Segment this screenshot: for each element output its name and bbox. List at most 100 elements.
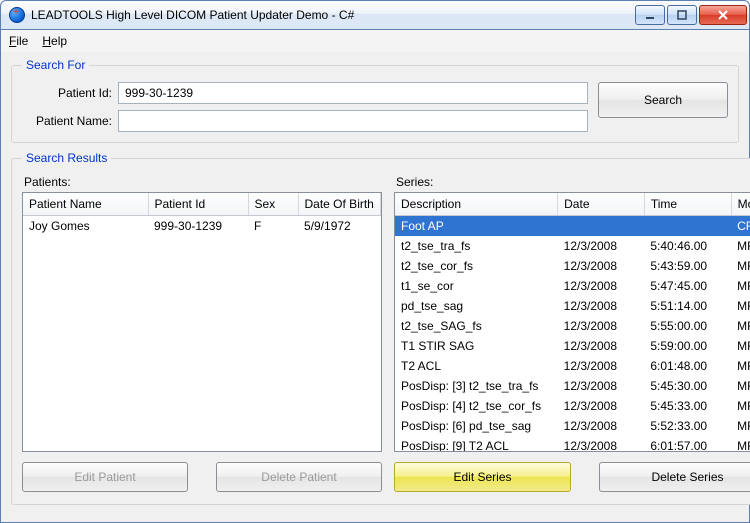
patients-grid[interactable]: Patient Name Patient Id Sex Date Of Birt… — [22, 192, 382, 452]
patients-header-row: Patient Name Patient Id Sex Date Of Birt… — [23, 193, 381, 215]
cell: MR — [731, 296, 750, 316]
cell: 5:45:33.00 — [644, 396, 731, 416]
series-col-modality[interactable]: Mod — [731, 193, 750, 215]
cell: t2_tse_SAG_fs — [395, 316, 558, 336]
cell: MR — [731, 316, 750, 336]
patient-name-input[interactable] — [118, 110, 588, 132]
cell: 12/3/2008 — [558, 236, 645, 256]
table-row[interactable]: PosDisp: [6] pd_tse_sag12/3/20085:52:33.… — [395, 416, 750, 436]
series-grid[interactable]: Description Date Time Mod Foot APCRt2_ts… — [394, 192, 750, 452]
cell: 999-30-1239 — [148, 215, 248, 236]
search-legend: Search For — [22, 58, 89, 72]
menu-help[interactable]: Help — [42, 34, 67, 48]
cell: 12/3/2008 — [558, 396, 645, 416]
series-header-row: Description Date Time Mod — [395, 193, 750, 215]
cell: PosDisp: [9] T2 ACL — [395, 436, 558, 453]
maximize-button[interactable] — [667, 5, 697, 25]
patients-label: Patients: — [24, 175, 382, 189]
patients-panel: Patients: Patient Name Patient Id Sex Da… — [22, 175, 382, 492]
table-row[interactable]: t2_tse_cor_fs12/3/20085:43:59.00MR — [395, 256, 750, 276]
cell: 12/3/2008 — [558, 416, 645, 436]
cell: MR — [731, 336, 750, 356]
patients-col-name[interactable]: Patient Name — [23, 193, 148, 215]
cell: t2_tse_cor_fs — [395, 256, 558, 276]
cell: MR — [731, 276, 750, 296]
series-col-date[interactable]: Date — [558, 193, 645, 215]
app-icon — [9, 7, 25, 23]
cell: MR — [731, 256, 750, 276]
window-title: LEADTOOLS High Level DICOM Patient Updat… — [31, 8, 635, 22]
table-row[interactable]: Joy Gomes999-30-1239F5/9/1972 — [23, 215, 381, 236]
series-label: Series: — [396, 175, 750, 189]
table-row[interactable]: PosDisp: [4] t2_tse_cor_fs12/3/20085:45:… — [395, 396, 750, 416]
client-area: Search For Patient Id: Patient Name: Sea… — [0, 52, 750, 523]
titlebar: LEADTOOLS High Level DICOM Patient Updat… — [0, 0, 750, 30]
series-col-description[interactable]: Description — [395, 193, 558, 215]
menu-file-rest: ile — [16, 34, 28, 48]
table-row[interactable]: T1 STIR SAG12/3/20085:59:00.00MR — [395, 336, 750, 356]
cell: MR — [731, 236, 750, 256]
search-groupbox: Search For Patient Id: Patient Name: Sea… — [11, 58, 739, 143]
table-row[interactable]: PosDisp: [9] T2 ACL12/3/20086:01:57.00MR — [395, 436, 750, 453]
results-legend: Search Results — [22, 151, 111, 165]
series-panel: Series: Description Date Time Mod F — [394, 175, 750, 492]
cell: 5:59:00.00 — [644, 336, 731, 356]
cell: 5:47:45.00 — [644, 276, 731, 296]
cell: 12/3/2008 — [558, 316, 645, 336]
table-row[interactable]: t2_tse_tra_fs12/3/20085:40:46.00MR — [395, 236, 750, 256]
cell: 5:55:00.00 — [644, 316, 731, 336]
table-row[interactable]: T2 ACL12/3/20086:01:48.00MR — [395, 356, 750, 376]
delete-series-button[interactable]: Delete Series — [599, 462, 750, 492]
edit-patient-button[interactable]: Edit Patient — [22, 462, 188, 492]
close-button[interactable] — [699, 5, 747, 25]
minimize-button[interactable] — [635, 5, 665, 25]
series-col-time[interactable]: Time — [644, 193, 731, 215]
cell — [558, 215, 645, 236]
table-row[interactable]: t2_tse_SAG_fs12/3/20085:55:00.00MR — [395, 316, 750, 336]
edit-series-button[interactable]: Edit Series — [394, 462, 571, 492]
cell: t2_tse_tra_fs — [395, 236, 558, 256]
delete-patient-button[interactable]: Delete Patient — [216, 462, 382, 492]
cell: PosDisp: [4] t2_tse_cor_fs — [395, 396, 558, 416]
cell: 12/3/2008 — [558, 276, 645, 296]
patient-name-label: Patient Name: — [22, 114, 112, 128]
cell: MR — [731, 396, 750, 416]
cell: T2 ACL — [395, 356, 558, 376]
cell: 5:52:33.00 — [644, 416, 731, 436]
cell: 6:01:57.00 — [644, 436, 731, 453]
cell: 12/3/2008 — [558, 256, 645, 276]
cell: 5:40:46.00 — [644, 236, 731, 256]
window-buttons — [635, 5, 747, 25]
cell: MR — [731, 356, 750, 376]
patients-col-dob[interactable]: Date Of Birth — [298, 193, 381, 215]
table-row[interactable]: PosDisp: [3] t2_tse_tra_fs12/3/20085:45:… — [395, 376, 750, 396]
patient-id-label: Patient Id: — [22, 86, 112, 100]
cell: 12/3/2008 — [558, 376, 645, 396]
results-groupbox: Search Results Patients: Patient Name Pa… — [11, 151, 750, 505]
cell: 5:45:30.00 — [644, 376, 731, 396]
menubar: File Help — [0, 30, 750, 52]
cell: PosDisp: [3] t2_tse_tra_fs — [395, 376, 558, 396]
search-button[interactable]: Search — [598, 82, 728, 118]
cell: T1 STIR SAG — [395, 336, 558, 356]
table-row[interactable]: t1_se_cor12/3/20085:47:45.00MR — [395, 276, 750, 296]
cell: Joy Gomes — [23, 215, 148, 236]
cell: t1_se_cor — [395, 276, 558, 296]
cell: 5:43:59.00 — [644, 256, 731, 276]
cell: 12/3/2008 — [558, 356, 645, 376]
cell: pd_tse_sag — [395, 296, 558, 316]
table-row[interactable]: pd_tse_sag12/3/20085:51:14.00MR — [395, 296, 750, 316]
table-row[interactable]: Foot APCR — [395, 215, 750, 236]
cell: 12/3/2008 — [558, 336, 645, 356]
cell: 12/3/2008 — [558, 436, 645, 453]
patients-col-sex[interactable]: Sex — [248, 193, 298, 215]
patients-col-id[interactable]: Patient Id — [148, 193, 248, 215]
menu-help-rest: elp — [51, 34, 67, 48]
cell — [644, 215, 731, 236]
menu-file[interactable]: File — [9, 34, 28, 48]
cell: Foot AP — [395, 215, 558, 236]
cell: MR — [731, 376, 750, 396]
patient-id-input[interactable] — [118, 82, 588, 104]
cell: MR — [731, 416, 750, 436]
cell: 5/9/1972 — [298, 215, 381, 236]
